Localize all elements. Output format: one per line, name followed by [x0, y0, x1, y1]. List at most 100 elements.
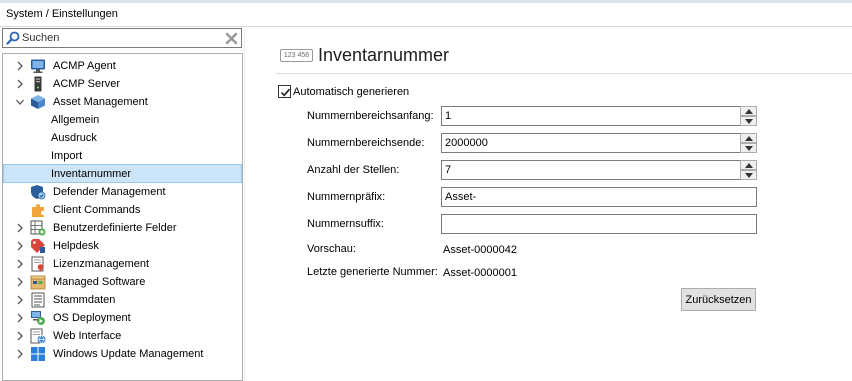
tree-item-label: Lizenzmanagement — [53, 258, 150, 270]
tree-item-label: Stammdaten — [53, 294, 116, 306]
caret-down-icon — [745, 146, 753, 151]
tree-item-asset-management[interactable]: Asset Management — [3, 93, 242, 111]
range-start-field[interactable] — [441, 106, 741, 126]
shield-icon — [31, 185, 46, 200]
checkmark-icon — [280, 88, 291, 97]
tree-item-label: Allgemein — [51, 114, 100, 126]
license-icon — [31, 256, 44, 272]
server-icon — [34, 76, 42, 92]
stepper-down-button[interactable] — [740, 143, 757, 153]
tree-item-import[interactable]: Import — [3, 147, 242, 165]
tree-item-benutzerdefinierte-felder[interactable]: Benutzerdefinierte Felder — [3, 219, 242, 237]
chevron-right-icon[interactable] — [16, 259, 24, 269]
software-package-icon — [30, 275, 46, 290]
range-end-field[interactable] — [441, 133, 741, 153]
number-format-icon: 123 456 — [280, 49, 313, 62]
caret-up-icon — [745, 163, 753, 168]
reset-button[interactable]: Zurücksetzen — [681, 288, 756, 311]
tree-item-managed-software[interactable]: Managed Software — [3, 273, 242, 291]
auto-generate-label[interactable]: Automatisch generieren — [293, 86, 409, 98]
breadcrumb: System / Einstellungen — [6, 8, 118, 20]
windows-update-icon — [31, 347, 45, 361]
tree-item-stammdaten[interactable]: Stammdaten — [3, 291, 242, 309]
tree-item-label: Import — [51, 150, 83, 162]
chevron-right-icon[interactable] — [16, 79, 24, 89]
stepper-up-button[interactable] — [740, 160, 757, 170]
tree-item-label: OS Deployment — [53, 312, 131, 324]
caret-down-icon — [745, 119, 753, 124]
tree-item-acmp-server[interactable]: ACMP Server — [3, 75, 242, 93]
stepper-down-button[interactable] — [740, 170, 757, 180]
breadcrumb-bar: System / Einstellungen — [0, 3, 852, 27]
tree-item-acmp-agent[interactable]: ACMP Agent — [3, 57, 242, 75]
preview-value: Asset-0000042 — [443, 244, 517, 256]
puzzle-icon — [32, 204, 44, 217]
tree-item-client-commands[interactable]: Client Commands — [3, 201, 242, 219]
caret-up-icon — [745, 109, 753, 114]
chevron-down-icon[interactable] — [16, 97, 24, 107]
tree-item-label: ACMP Agent — [53, 60, 116, 72]
asset-cube-icon — [31, 95, 45, 109]
tree-item-windows-update-management[interactable]: Windows Update Management — [3, 345, 242, 363]
chevron-right-icon[interactable] — [16, 295, 24, 305]
tree-item-inventarnummer[interactable]: Inventarnummer — [3, 164, 242, 183]
ticket-icon — [31, 239, 45, 253]
tree-item-defender-management[interactable]: Defender Management — [3, 183, 242, 201]
last-generated-label: Letzte generierte Nummer: — [307, 266, 438, 278]
range-end-label: Nummernbereichsende: — [307, 137, 425, 149]
search-input[interactable] — [22, 31, 222, 45]
tree-item-label: Asset Management — [53, 96, 148, 108]
tree-item-label: Web Interface — [53, 330, 122, 342]
tree-item-label: Inventarnummer — [51, 168, 132, 180]
range-start-label: Nummernbereichsanfang: — [307, 110, 434, 122]
chevron-right-icon[interactable] — [16, 61, 24, 71]
digits-field[interactable] — [441, 160, 741, 180]
monitor-icon — [31, 59, 45, 73]
tree-item-label: Ausdruck — [51, 132, 97, 144]
tree-item-allgemein[interactable]: Allgemein — [3, 111, 242, 129]
web-interface-icon — [30, 328, 46, 344]
tree-item-label: ACMP Server — [53, 78, 121, 90]
range-start-stepper[interactable] — [740, 106, 757, 126]
chevron-right-icon[interactable] — [16, 223, 24, 233]
chevron-right-icon[interactable] — [16, 331, 24, 341]
tree-item-label: Helpdesk — [53, 240, 99, 252]
tree-item-lizenzmanagement[interactable]: Lizenzmanagement — [3, 255, 242, 273]
page-title: Inventarnummer — [318, 45, 450, 65]
chevron-right-icon[interactable] — [16, 277, 24, 287]
last-generated-value: Asset-0000001 — [443, 267, 517, 279]
tree-item-label: Defender Management — [53, 186, 166, 198]
tree-item-label: Windows Update Management — [53, 348, 204, 360]
auto-generate-checkbox[interactable] — [278, 85, 291, 98]
tree-item-ausdruck[interactable]: Ausdruck — [3, 129, 242, 147]
stepper-up-button[interactable] — [740, 106, 757, 116]
tree-item-os-deployment[interactable]: OS Deployment — [3, 309, 242, 327]
tree-item-helpdesk[interactable]: Helpdesk — [3, 237, 242, 255]
caret-up-icon — [745, 136, 753, 141]
suffix-field[interactable] — [441, 214, 757, 234]
tree-item-label: Managed Software — [53, 276, 146, 288]
title-divider — [276, 73, 852, 74]
chevron-right-icon[interactable] — [16, 349, 24, 359]
custom-fields-icon — [30, 220, 46, 236]
clear-search-icon[interactable] — [224, 31, 239, 46]
digits-stepper[interactable] — [740, 160, 757, 180]
master-data-icon — [31, 292, 45, 308]
stepper-up-button[interactable] — [740, 133, 757, 143]
prefix-field[interactable] — [441, 187, 757, 207]
stepper-down-button[interactable] — [740, 116, 757, 126]
prefix-label: Nummernpräfix: — [307, 191, 386, 203]
caret-down-icon — [745, 173, 753, 178]
tree-item-label: Benutzerdefinierte Felder — [53, 222, 177, 234]
settings-content-panel: 123 456 Inventarnummer Automatisch gener… — [245, 27, 852, 381]
suffix-label: Nummernsuffix: — [307, 218, 384, 230]
digits-label: Anzahl der Stellen: — [307, 164, 400, 176]
os-deployment-icon — [31, 311, 45, 325]
search-box[interactable] — [2, 28, 242, 48]
tree-item-label: Client Commands — [53, 204, 141, 216]
range-end-stepper[interactable] — [740, 133, 757, 153]
tree-item-web-interface[interactable]: Web Interface — [3, 327, 242, 345]
search-icon — [6, 31, 20, 45]
chevron-right-icon[interactable] — [16, 241, 24, 251]
chevron-right-icon[interactable] — [16, 313, 24, 323]
